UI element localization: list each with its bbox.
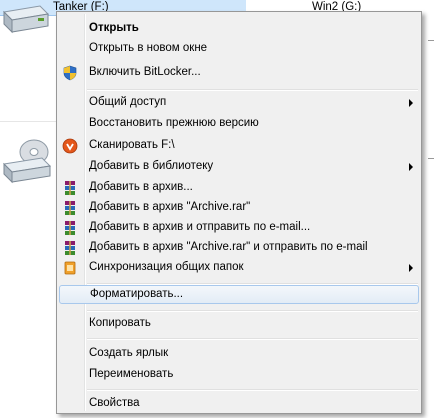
submenu-arrow-icon (409, 99, 413, 107)
menu-item-label: Добавить в архив "Archive.rar" и отправи… (89, 241, 368, 253)
menu-item-add-archive[interactable]: Добавить в архив... (59, 178, 419, 197)
menu-item-label: Общий доступ (89, 96, 167, 108)
menu-item-add-archive-email[interactable]: Добавить в архив и отправить по e-mail..… (59, 218, 419, 237)
shield-icon (63, 65, 77, 81)
sync-icon (64, 261, 76, 275)
menu-item-rename[interactable]: Переименовать (59, 365, 419, 384)
winrar-icon (65, 221, 75, 235)
menu-item-add-library[interactable]: Добавить в библиотеку (59, 157, 419, 176)
winrar-icon (65, 241, 75, 255)
menu-item-properties[interactable]: Свойства (59, 394, 419, 413)
menu-item-sharing[interactable]: Общий доступ (59, 93, 419, 112)
menu-item-add-archive-rar-email[interactable]: Добавить в архив "Archive.rar" и отправи… (59, 238, 419, 257)
menu-item-open[interactable]: Открыть (59, 19, 419, 38)
menu-item-label: Включить BitLocker... (89, 66, 201, 78)
submenu-arrow-icon (409, 163, 413, 171)
submenu-arrow-icon (409, 264, 413, 272)
window-edge-mark (428, 158, 434, 159)
context-menu: Открыть Открыть в новом окне Включить Bi… (56, 11, 422, 414)
menu-item-format[interactable]: Форматировать... (59, 285, 419, 304)
antivirus-icon (62, 138, 78, 154)
window-edge-mark (428, 40, 434, 41)
winrar-icon (65, 181, 75, 195)
menu-item-restore-previous[interactable]: Восстановить прежнюю версию (59, 114, 419, 133)
menu-item-scan[interactable]: Сканировать F:\ (59, 136, 419, 155)
menu-item-label: Добавить в библиотеку (89, 160, 214, 172)
menu-separator (87, 389, 418, 391)
menu-item-add-archive-rar[interactable]: Добавить в архив "Archive.rar" (59, 198, 419, 217)
menu-item-label: Сканировать F:\ (89, 139, 175, 151)
menu-item-label: Добавить в архив... (89, 181, 193, 193)
menu-item-copy[interactable]: Копировать (59, 314, 419, 333)
explorer-divider (0, 121, 56, 122)
menu-separator (87, 310, 418, 312)
menu-item-bitlocker[interactable]: Включить BitLocker... (59, 63, 419, 82)
menu-item-open-new-window[interactable]: Открыть в новом окне (59, 39, 419, 58)
menu-item-sync-folders[interactable]: Синхронизация общих папок (59, 258, 419, 277)
menu-item-create-shortcut[interactable]: Создать ярлык (59, 344, 419, 363)
menu-item-label: Синхронизация общих папок (89, 261, 244, 273)
menu-item-label: Добавить в архив и отправить по e-mail..… (89, 221, 311, 233)
menu-item-label: Добавить в архив "Archive.rar" (89, 201, 251, 213)
menu-separator (87, 89, 418, 91)
winrar-icon (65, 201, 75, 215)
dvd-drive-icon[interactable] (0, 138, 56, 188)
menu-separator (87, 338, 418, 340)
hard-drive-icon[interactable] (0, 2, 50, 38)
